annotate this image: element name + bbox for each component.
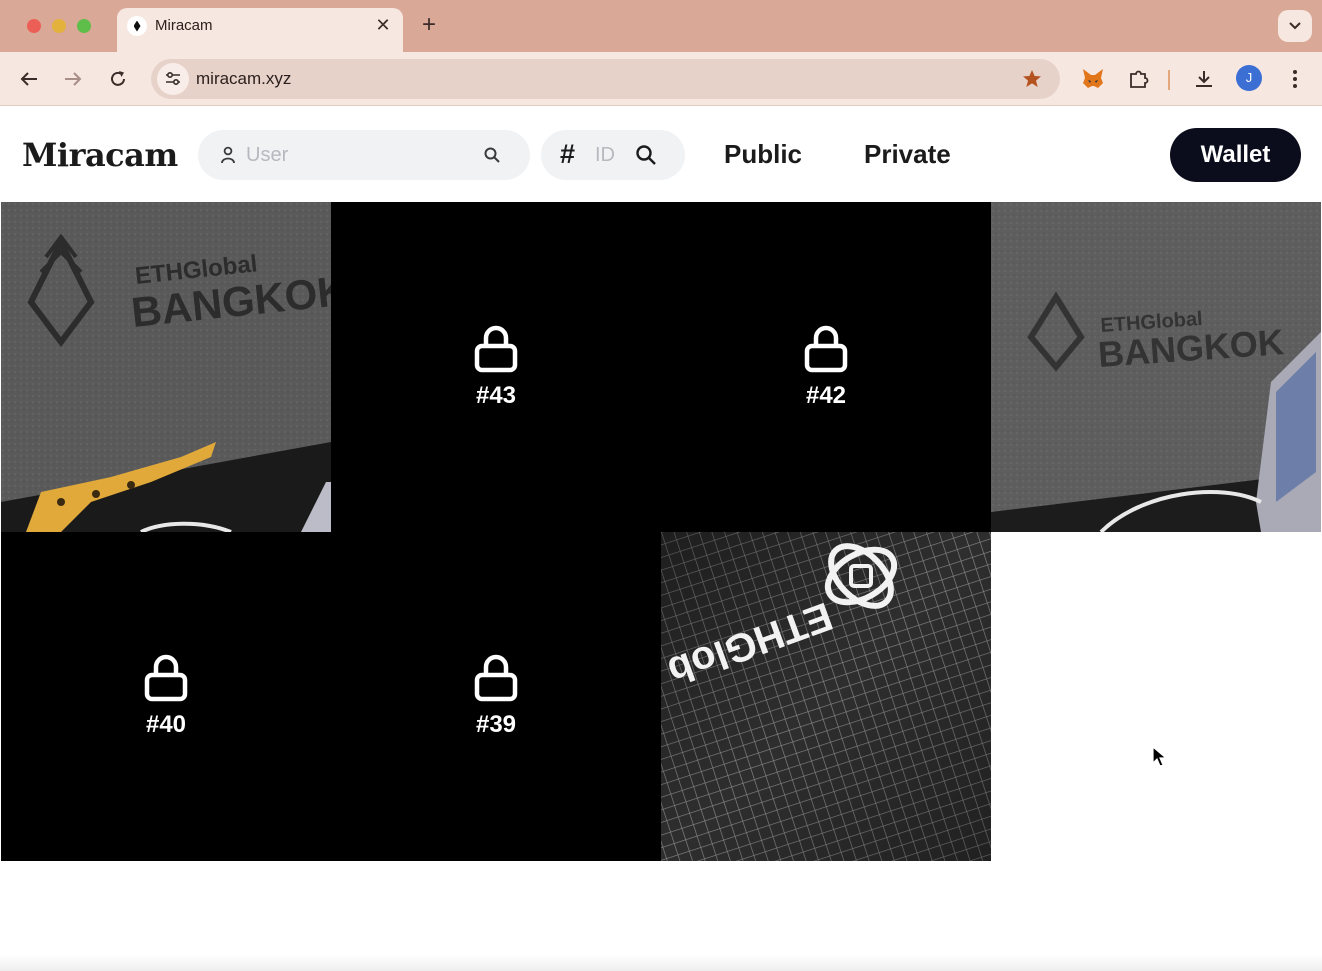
wallet-button[interactable]: Wallet	[1170, 128, 1301, 182]
mouse-pointer-icon	[1152, 746, 1168, 767]
download-icon[interactable]	[1189, 64, 1219, 94]
toolbar-separator	[1168, 70, 1170, 90]
id-search-icon[interactable]	[634, 143, 658, 167]
browser-menu-kebab-icon[interactable]	[1280, 64, 1310, 94]
id-search-box: #	[541, 130, 685, 180]
tab-close-icon[interactable]: ✕	[373, 15, 393, 35]
id-search-input[interactable]	[595, 130, 637, 180]
back-arrow-icon[interactable]	[14, 64, 44, 94]
reload-icon[interactable]	[103, 64, 133, 94]
lock-icon	[474, 655, 518, 702]
ethereum-favicon-icon	[127, 16, 147, 36]
nav-public-link[interactable]: Public	[724, 139, 802, 170]
app-header: Miracam # Public Private Wallet	[0, 107, 1322, 202]
gallery-grid: ETHGlobal BANGKOK #43 #42 ETHGlobal BANG…	[1, 202, 1321, 861]
page-bottom-edge	[0, 955, 1322, 971]
window-minimize-button[interactable]	[52, 19, 66, 33]
metamask-fox-extension-icon[interactable]	[1078, 64, 1108, 94]
locked-photo-tile[interactable]: #43	[331, 202, 661, 532]
gallery-photo-tile[interactable]: ETHGlobal BANGKOK	[991, 202, 1321, 532]
browser-toolbar: miracam.xyz J	[0, 52, 1322, 106]
new-tab-plus-icon[interactable]: +	[417, 12, 441, 38]
gallery-empty-cell	[991, 531, 1321, 861]
user-search-icon[interactable]	[481, 144, 503, 166]
browser-tab[interactable]: Miracam ✕	[117, 8, 403, 52]
site-settings-icon[interactable]	[157, 63, 189, 95]
browser-titlebar: Miracam ✕ +	[0, 0, 1322, 52]
bookmark-star-icon[interactable]	[1020, 67, 1044, 91]
locked-photo-tile[interactable]: #42	[661, 202, 991, 532]
nav-private-link[interactable]: Private	[864, 139, 951, 170]
gallery-photo-tile[interactable]: ETHGlobal BANGKOK	[1, 202, 331, 532]
miracam-logo[interactable]: Miracam	[22, 136, 178, 174]
locked-photo-tile[interactable]: #40	[1, 531, 331, 861]
extensions-puzzle-icon[interactable]	[1124, 64, 1154, 94]
ethglobal-mesh-bag-photo: ETHGlob	[661, 531, 991, 861]
window-close-button[interactable]	[27, 19, 41, 33]
user-icon	[218, 144, 238, 166]
photo-id-label: #42	[805, 381, 847, 409]
address-bar[interactable]: miracam.xyz	[151, 59, 1060, 99]
ethglobal-bangkok-photo: ETHGlobal BANGKOK	[1, 202, 331, 532]
forward-arrow-icon[interactable]	[58, 64, 88, 94]
window-maximize-button[interactable]	[77, 19, 91, 33]
locked-photo-tile[interactable]: #39	[331, 531, 661, 861]
gallery-photo-tile[interactable]: ETHGlob	[661, 531, 991, 861]
hash-icon: #	[560, 139, 576, 169]
user-search-box	[198, 130, 530, 180]
photo-id-label: #43	[475, 381, 517, 409]
tab-title: Miracam	[155, 17, 213, 34]
photo-id-label: #40	[145, 711, 187, 739]
photo-id-label: #39	[475, 711, 517, 739]
lock-icon	[474, 325, 518, 372]
lock-icon	[144, 655, 188, 702]
tab-search-chevron-icon[interactable]	[1278, 10, 1312, 42]
url-text: miracam.xyz	[196, 69, 292, 88]
ethglobal-bangkok-laptop-photo: ETHGlobal BANGKOK	[991, 202, 1321, 532]
user-search-input[interactable]	[246, 130, 476, 180]
profile-avatar[interactable]: J	[1236, 65, 1262, 91]
lock-icon	[804, 325, 848, 372]
